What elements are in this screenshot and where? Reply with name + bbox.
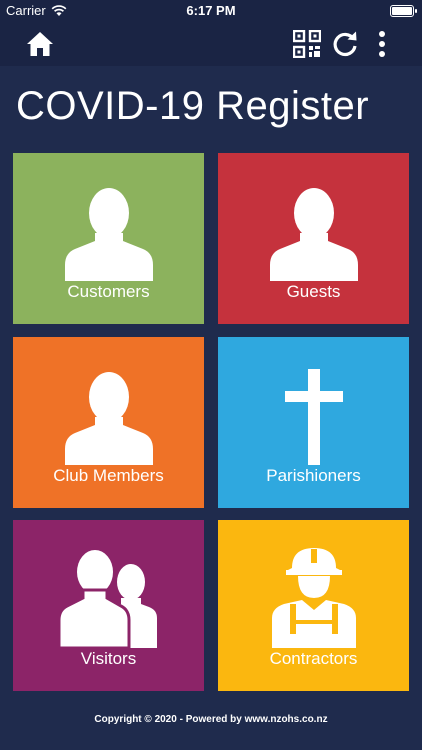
tile-parishioners[interactable]: Parishioners: [218, 337, 409, 508]
worker-icon: [218, 538, 409, 648]
person-icon: [13, 171, 204, 281]
refresh-icon: [333, 31, 357, 57]
tile-label: Contractors: [269, 649, 358, 668]
status-bar: Carrier 6:17 PM: [0, 0, 422, 22]
tile-label: Visitors: [80, 649, 137, 668]
home-button[interactable]: [24, 28, 56, 60]
tile-label: Customers: [67, 282, 150, 301]
tile-visitors[interactable]: Visitors: [13, 520, 204, 691]
battery-icon: [390, 5, 417, 17]
status-time: 6:17 PM: [186, 3, 236, 18]
cross-icon: [218, 355, 409, 465]
tile-guests[interactable]: Guests: [218, 153, 409, 324]
people-icon: [13, 538, 204, 648]
register-grid: Customers Guests Club Members Parishione…: [13, 153, 409, 692]
home-icon: [27, 32, 53, 56]
refresh-button[interactable]: [329, 28, 361, 60]
person-icon: [218, 171, 409, 281]
qr-code-icon: [293, 30, 321, 58]
copyright-footer: Copyright © 2020 - Powered by www.nzohs.…: [94, 714, 328, 725]
tile-customers[interactable]: Customers: [13, 153, 204, 324]
tile-label: Club Members: [53, 466, 164, 485]
person-icon: [13, 355, 204, 465]
tile-contractors[interactable]: Contractors: [218, 520, 409, 691]
more-vertical-icon: [379, 31, 385, 57]
tile-club-members[interactable]: Club Members: [13, 337, 204, 508]
tile-label: Parishioners: [266, 466, 361, 485]
tile-label: Guests: [286, 282, 341, 301]
qr-code-button[interactable]: [291, 28, 323, 60]
more-options-button[interactable]: [366, 28, 398, 60]
nav-bar: [0, 22, 422, 66]
page-title: COVID-19 Register: [16, 84, 370, 128]
